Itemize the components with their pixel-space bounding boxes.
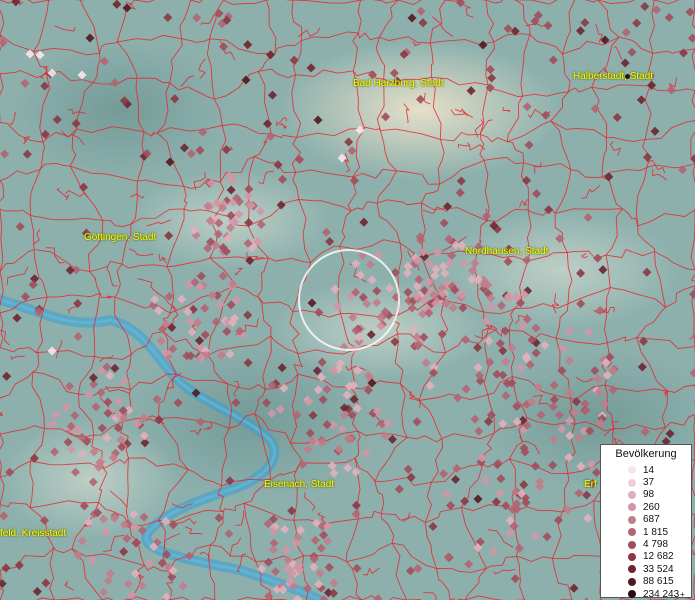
population-legend: Bevölkerung 14 37 98 260 687 1 815 4 798… xyxy=(600,444,692,600)
legend-swatch xyxy=(628,577,636,586)
legend-swatch xyxy=(628,503,636,512)
city-name: Halberstadt, Stadt xyxy=(573,71,654,82)
city-label-feld-kreisstadt[interactable]: feld, Kreisstadt xyxy=(0,528,66,539)
legend-swatch xyxy=(628,552,636,561)
legend-item: 4 798 xyxy=(601,538,691,550)
legend-swatch xyxy=(628,466,636,475)
city-label-eisenach[interactable]: Eisenach, Stadt xyxy=(264,479,334,490)
city-name: Bad Harzburg, Stadt xyxy=(353,78,444,89)
city-label-halberstadt[interactable]: Halberstadt, Stadt xyxy=(573,71,653,82)
terrain-layer xyxy=(0,0,695,600)
legend-item: 37 xyxy=(601,476,691,488)
legend-swatch xyxy=(628,528,636,537)
legend-item: 88 615 xyxy=(601,576,691,588)
legend-swatch xyxy=(628,540,636,549)
legend-swatch xyxy=(628,478,636,487)
city-name: Eisenach, Stadt xyxy=(264,479,335,490)
legend-item: 33 524 xyxy=(601,563,691,575)
legend-item: 14 xyxy=(601,464,691,476)
city-name: Göttingen, Stadt xyxy=(84,232,157,243)
legend-swatch xyxy=(628,515,636,524)
legend-item: 98 xyxy=(601,489,691,501)
city-dot xyxy=(625,73,631,79)
legend-plus-sign: + xyxy=(680,589,685,599)
city-label-erf[interactable]: Erf xyxy=(584,479,597,490)
city-label-goettingen[interactable]: Göttingen, Stadt xyxy=(84,232,156,243)
legend-item: 1 815 xyxy=(601,526,691,538)
city-label-bad-harzburg[interactable]: Bad Harzburg, Stadt xyxy=(353,78,444,89)
city-name: Nordhausen, Stadt xyxy=(465,246,549,257)
map-layer[interactable] xyxy=(0,0,695,600)
legend-swatch xyxy=(628,590,636,599)
legend-item: 234 243 + xyxy=(601,588,691,600)
map-canvas[interactable]: Bad Harzburg, Stadt Halberstadt, Stadt G… xyxy=(0,0,695,600)
legend-item: 12 682 xyxy=(601,551,691,563)
legend-swatch xyxy=(628,490,636,499)
legend-swatch xyxy=(628,565,636,574)
city-name: feld, Kreisstadt xyxy=(0,528,67,539)
city-name: Erf xyxy=(584,479,597,490)
legend-title: Bevölkerung xyxy=(615,448,677,460)
legend-item: 260 xyxy=(601,501,691,513)
legend-item: 687 xyxy=(601,514,691,526)
city-label-nordhausen[interactable]: Nordhausen, Stadt xyxy=(465,246,548,257)
